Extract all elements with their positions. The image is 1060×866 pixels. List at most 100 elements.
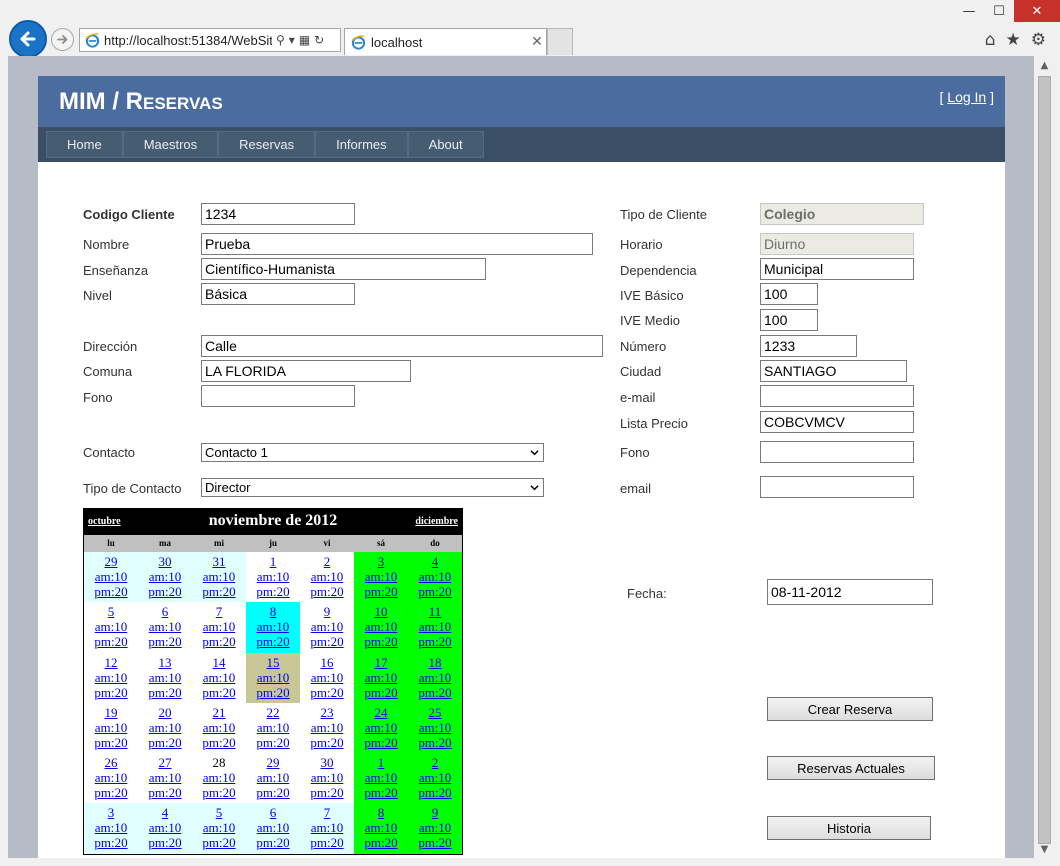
search-icon[interactable]: ⚲ [276, 33, 285, 47]
calendar-pm-slot-link[interactable]: pm:20 [354, 835, 408, 850]
calendar-am-slot-link[interactable]: am:10 [408, 569, 462, 584]
calendar-day-link[interactable]: 14 [192, 655, 246, 670]
fono-right-input[interactable] [760, 441, 914, 463]
calendar-am-slot-link[interactable]: am:10 [246, 770, 300, 785]
calendar-day-link[interactable]: 12 [84, 655, 138, 670]
ciudad-input[interactable]: SANTIAGO [760, 360, 907, 382]
calendar-am-slot-link[interactable]: am:10 [84, 720, 138, 735]
calendar-pm-slot-link[interactable]: pm:20 [246, 785, 300, 800]
calendar-day-link[interactable]: 6 [246, 805, 300, 820]
calendar-pm-slot-link[interactable]: pm:20 [300, 785, 354, 800]
calendar-day-link[interactable]: 7 [192, 604, 246, 619]
tipo-contacto-select[interactable]: Director [201, 478, 544, 497]
calendar-am-slot-link[interactable]: am:10 [300, 820, 354, 835]
calendar-pm-slot-link[interactable]: pm:20 [246, 835, 300, 850]
calendar-am-slot-link[interactable]: am:10 [354, 820, 408, 835]
calendar-am-slot-link[interactable]: am:10 [408, 670, 462, 685]
calendar-pm-slot-link[interactable]: pm:20 [138, 735, 192, 750]
calendar-am-slot-link[interactable]: am:10 [84, 569, 138, 584]
calendar-am-slot-link[interactable]: am:10 [192, 670, 246, 685]
calendar-am-slot-link[interactable]: am:10 [354, 569, 408, 584]
browser-tab[interactable]: localhost ✕ [344, 28, 547, 55]
calendar-pm-slot-link[interactable]: pm:20 [84, 634, 138, 649]
calendar-am-slot-link[interactable]: am:10 [354, 720, 408, 735]
calendar-pm-slot-link[interactable]: pm:20 [300, 634, 354, 649]
new-tab-button[interactable] [547, 28, 573, 55]
calendar-day-link[interactable]: 5 [84, 604, 138, 619]
calendar-am-slot-link[interactable]: am:10 [354, 619, 408, 634]
calendar-day-link[interactable]: 8 [354, 805, 408, 820]
calendar-day-link[interactable]: 6 [138, 604, 192, 619]
calendar-day-link[interactable]: 3 [84, 805, 138, 820]
calendar-pm-slot-link[interactable]: pm:20 [408, 685, 462, 700]
calendar-pm-slot-link[interactable]: pm:20 [138, 835, 192, 850]
calendar-am-slot-link[interactable]: am:10 [138, 670, 192, 685]
reservas-actuales-button[interactable]: Reservas Actuales [767, 756, 935, 780]
calendar-am-slot-link[interactable]: am:10 [300, 569, 354, 584]
calendar-am-slot-link[interactable]: am:10 [192, 569, 246, 584]
calendar-pm-slot-link[interactable]: pm:20 [408, 584, 462, 599]
settings-gear-icon[interactable]: ⚙ [1031, 30, 1046, 50]
calendar-pm-slot-link[interactable]: pm:20 [354, 785, 408, 800]
email-input[interactable] [760, 476, 914, 498]
calendar-pm-slot-link[interactable]: pm:20 [192, 785, 246, 800]
calendar-am-slot-link[interactable]: am:10 [192, 720, 246, 735]
calendar-day-link[interactable]: 4 [138, 805, 192, 820]
fono-input[interactable] [201, 385, 355, 407]
dropdown-arrow-icon[interactable]: ▾ [289, 33, 295, 47]
calendar-pm-slot-link[interactable]: pm:20 [300, 835, 354, 850]
direccion-input[interactable]: Calle [201, 335, 603, 357]
calendar-day-link[interactable]: 4 [408, 554, 462, 569]
calendar-pm-slot-link[interactable]: pm:20 [354, 735, 408, 750]
ive-basico-input[interactable]: 100 [760, 283, 818, 305]
calendar-am-slot-link[interactable]: am:10 [192, 770, 246, 785]
calendar-day-link[interactable]: 9 [408, 805, 462, 820]
calendar-am-slot-link[interactable]: am:10 [246, 619, 300, 634]
close-icon[interactable]: ✕ [1014, 0, 1060, 22]
calendar-day-link[interactable]: 1 [246, 554, 300, 569]
ensenanza-input[interactable]: Científico-Humanista [201, 258, 486, 280]
calendar-pm-slot-link[interactable]: pm:20 [192, 634, 246, 649]
calendar-pm-slot-link[interactable]: pm:20 [84, 685, 138, 700]
numero-input[interactable]: 1233 [760, 335, 857, 357]
calendar-am-slot-link[interactable]: am:10 [408, 820, 462, 835]
calendar-am-slot-link[interactable]: am:10 [84, 619, 138, 634]
calendar-am-slot-link[interactable]: am:10 [246, 670, 300, 685]
back-button[interactable] [9, 20, 47, 58]
calendar-pm-slot-link[interactable]: pm:20 [84, 835, 138, 850]
calendar-day-link[interactable]: 17 [354, 655, 408, 670]
codigo-cliente-input[interactable]: 1234 [201, 203, 355, 225]
address-bar[interactable]: http://localhost:51384/WebSite ⚲ ▾ ▦ ↻ [79, 28, 341, 52]
calendar-am-slot-link[interactable]: am:10 [84, 820, 138, 835]
refresh-icon[interactable]: ↻ [314, 33, 324, 47]
calendar-pm-slot-link[interactable]: pm:20 [246, 685, 300, 700]
calendar-am-slot-link[interactable]: am:10 [246, 569, 300, 584]
calendar-pm-slot-link[interactable]: pm:20 [408, 634, 462, 649]
calendar-am-slot-link[interactable]: am:10 [408, 619, 462, 634]
favorites-star-icon[interactable]: ★ [1006, 30, 1021, 50]
calendar-day-link[interactable]: 7 [300, 805, 354, 820]
calendar-pm-slot-link[interactable]: pm:20 [354, 634, 408, 649]
calendar-day-link[interactable]: 25 [408, 705, 462, 720]
calendar-day-link[interactable]: 22 [246, 705, 300, 720]
calendar-am-slot-link[interactable]: am:10 [138, 619, 192, 634]
calendar-day-link[interactable]: 18 [408, 655, 462, 670]
calendar-am-slot-link[interactable]: am:10 [138, 770, 192, 785]
calendar-day-link[interactable]: 8 [246, 604, 300, 619]
calendar-pm-slot-link[interactable]: pm:20 [192, 735, 246, 750]
calendar-pm-slot-link[interactable]: pm:20 [246, 584, 300, 599]
calendar-pm-slot-link[interactable]: pm:20 [300, 685, 354, 700]
url-text[interactable]: http://localhost:51384/WebSite [104, 33, 272, 48]
calendar-day-link[interactable]: 27 [138, 755, 192, 770]
calendar-am-slot-link[interactable]: am:10 [354, 670, 408, 685]
calendar-day-link[interactable]: 24 [354, 705, 408, 720]
scrollbar-thumb[interactable] [1038, 76, 1051, 844]
forward-button[interactable] [51, 28, 74, 51]
historia-button[interactable]: Historia [767, 816, 931, 840]
nivel-input[interactable]: Básica [201, 283, 355, 305]
calendar-pm-slot-link[interactable]: pm:20 [408, 785, 462, 800]
calendar-am-slot-link[interactable]: am:10 [300, 619, 354, 634]
calendar-pm-slot-link[interactable]: pm:20 [84, 735, 138, 750]
email-top-input[interactable] [760, 385, 914, 407]
calendar-day-link[interactable]: 21 [192, 705, 246, 720]
